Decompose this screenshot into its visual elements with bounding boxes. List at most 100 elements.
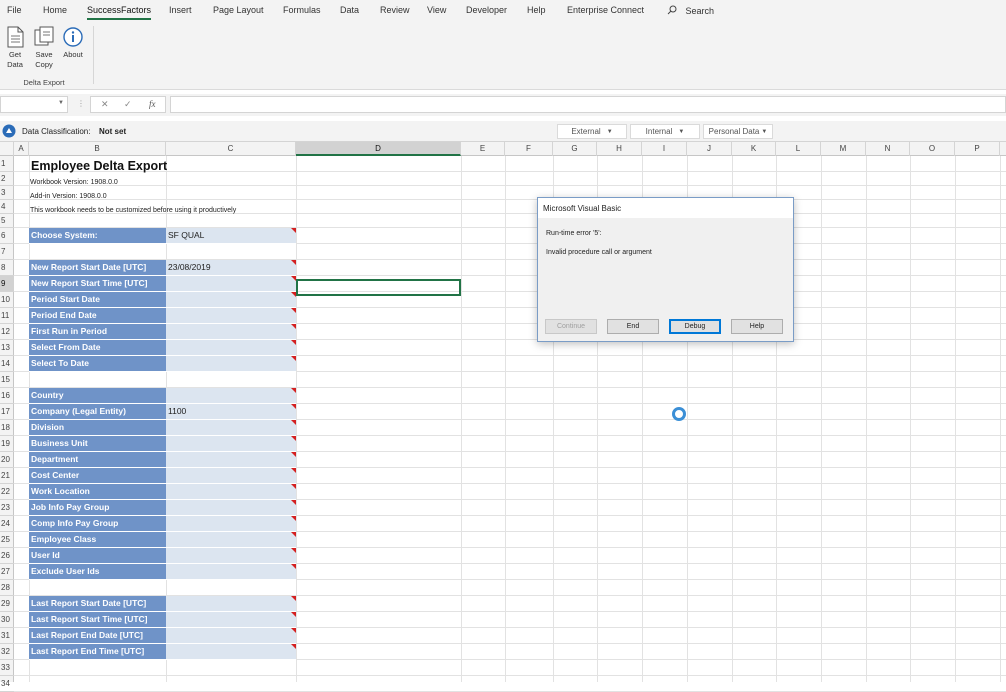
save-copy-button[interactable]: Save Copy (31, 26, 57, 70)
field-value-cell[interactable] (166, 276, 296, 292)
get-data-button[interactable]: Get Data (2, 26, 28, 70)
row-header[interactable]: 20 (0, 452, 14, 468)
row-header[interactable]: 1 (0, 156, 14, 172)
comment-indicator-icon[interactable] (291, 548, 296, 553)
row-header[interactable]: 23 (0, 500, 14, 516)
row-header[interactable]: 31 (0, 628, 14, 644)
selected-cell-d9[interactable] (296, 279, 461, 296)
tab-insert[interactable]: Insert (169, 5, 192, 15)
column-header-i[interactable]: I (642, 142, 687, 156)
insert-function-icon[interactable]: fx (149, 99, 156, 109)
column-header-n[interactable]: N (866, 142, 910, 156)
row-header[interactable]: 12 (0, 324, 14, 340)
row-header[interactable]: 14 (0, 356, 14, 372)
comment-indicator-icon[interactable] (291, 644, 296, 649)
cancel-icon[interactable]: ✕ (101, 99, 109, 110)
row-header[interactable]: 19 (0, 436, 14, 452)
tab-data[interactable]: Data (340, 5, 359, 15)
external-dropdown[interactable]: External ▼ (557, 124, 627, 139)
classification-icon[interactable] (2, 124, 16, 138)
field-value-cell[interactable] (166, 436, 296, 452)
tab-review[interactable]: Review (380, 5, 410, 15)
tab-help[interactable]: Help (527, 5, 546, 15)
row-header[interactable]: 2 (0, 172, 14, 186)
comment-indicator-icon[interactable] (291, 228, 296, 233)
tab-view[interactable]: View (427, 5, 446, 15)
field-value-cell[interactable] (166, 532, 296, 548)
row-header[interactable]: 26 (0, 548, 14, 564)
column-header-p[interactable]: P (955, 142, 1000, 156)
debug-button[interactable]: Debug (669, 319, 721, 334)
field-value-cell[interactable] (166, 564, 296, 580)
search-box[interactable]: Search (667, 5, 714, 16)
continue-button[interactable]: Continue (545, 319, 597, 334)
comment-indicator-icon[interactable] (291, 596, 296, 601)
row-header[interactable]: 21 (0, 468, 14, 484)
personal-data-dropdown[interactable]: Personal Data ▼ (703, 124, 773, 139)
help-button[interactable]: Help (731, 319, 783, 334)
comment-indicator-icon[interactable] (291, 484, 296, 489)
row-header[interactable]: 18 (0, 420, 14, 436)
field-value-cell[interactable] (166, 468, 296, 484)
field-value-cell[interactable] (166, 308, 296, 324)
tab-file[interactable]: File (7, 5, 22, 15)
comment-indicator-icon[interactable] (291, 260, 296, 265)
row-header[interactable]: 33 (0, 660, 14, 676)
column-header-e[interactable]: E (461, 142, 505, 156)
end-button[interactable]: End (607, 319, 659, 334)
row-header[interactable]: 7 (0, 244, 14, 260)
column-header-l[interactable]: L (776, 142, 821, 156)
field-value-cell[interactable] (166, 644, 296, 660)
column-header-m[interactable]: M (821, 142, 866, 156)
internal-dropdown[interactable]: Internal ▼ (630, 124, 700, 139)
row-header[interactable]: 27 (0, 564, 14, 580)
field-value-cell[interactable]: SF QUAL (166, 228, 296, 244)
row-header[interactable]: 29 (0, 596, 14, 612)
row-header[interactable]: 8 (0, 260, 14, 276)
field-value-cell[interactable] (166, 340, 296, 356)
field-value-cell[interactable] (166, 516, 296, 532)
comment-indicator-icon[interactable] (291, 436, 296, 441)
row-header[interactable]: 9 (0, 276, 14, 292)
row-header[interactable]: 30 (0, 612, 14, 628)
comment-indicator-icon[interactable] (291, 324, 296, 329)
row-header[interactable]: 25 (0, 532, 14, 548)
field-value-cell[interactable] (166, 612, 296, 628)
comment-indicator-icon[interactable] (291, 308, 296, 313)
row-header[interactable]: 32 (0, 644, 14, 660)
field-value-cell[interactable]: 23/08/2019 (166, 260, 296, 276)
comment-indicator-icon[interactable] (291, 612, 296, 617)
column-header-f[interactable]: F (505, 142, 553, 156)
column-header-c[interactable]: C (166, 142, 296, 156)
row-header[interactable]: 13 (0, 340, 14, 356)
field-value-cell[interactable] (166, 292, 296, 308)
column-header-b[interactable]: B (29, 142, 166, 156)
field-value-cell[interactable] (166, 628, 296, 644)
tab-formulas[interactable]: Formulas (283, 5, 321, 15)
row-header[interactable]: 24 (0, 516, 14, 532)
comment-indicator-icon[interactable] (291, 420, 296, 425)
row-header[interactable]: 34 (0, 676, 14, 692)
field-value-cell[interactable] (166, 356, 296, 372)
confirm-icon[interactable]: ✓ (124, 99, 132, 110)
field-value-cell[interactable] (166, 324, 296, 340)
comment-indicator-icon[interactable] (291, 452, 296, 457)
row-header[interactable]: 10 (0, 292, 14, 308)
tab-page-layout[interactable]: Page Layout (213, 5, 264, 15)
row-header[interactable]: 4 (0, 200, 14, 214)
field-value-cell[interactable] (166, 484, 296, 500)
column-header-g[interactable]: G (553, 142, 597, 156)
comment-indicator-icon[interactable] (291, 388, 296, 393)
row-header[interactable]: 5 (0, 214, 14, 228)
tab-developer[interactable]: Developer (466, 5, 507, 15)
comment-indicator-icon[interactable] (291, 340, 296, 345)
chevron-down-icon[interactable]: ▼ (58, 100, 64, 106)
comment-indicator-icon[interactable] (291, 532, 296, 537)
row-header[interactable]: 17 (0, 404, 14, 420)
name-box[interactable]: ▼ (0, 96, 68, 113)
select-all-corner[interactable] (0, 142, 14, 156)
tab-home[interactable]: Home (43, 5, 67, 15)
row-header[interactable]: 16 (0, 388, 14, 404)
row-header[interactable]: 11 (0, 308, 14, 324)
comment-indicator-icon[interactable] (291, 628, 296, 633)
